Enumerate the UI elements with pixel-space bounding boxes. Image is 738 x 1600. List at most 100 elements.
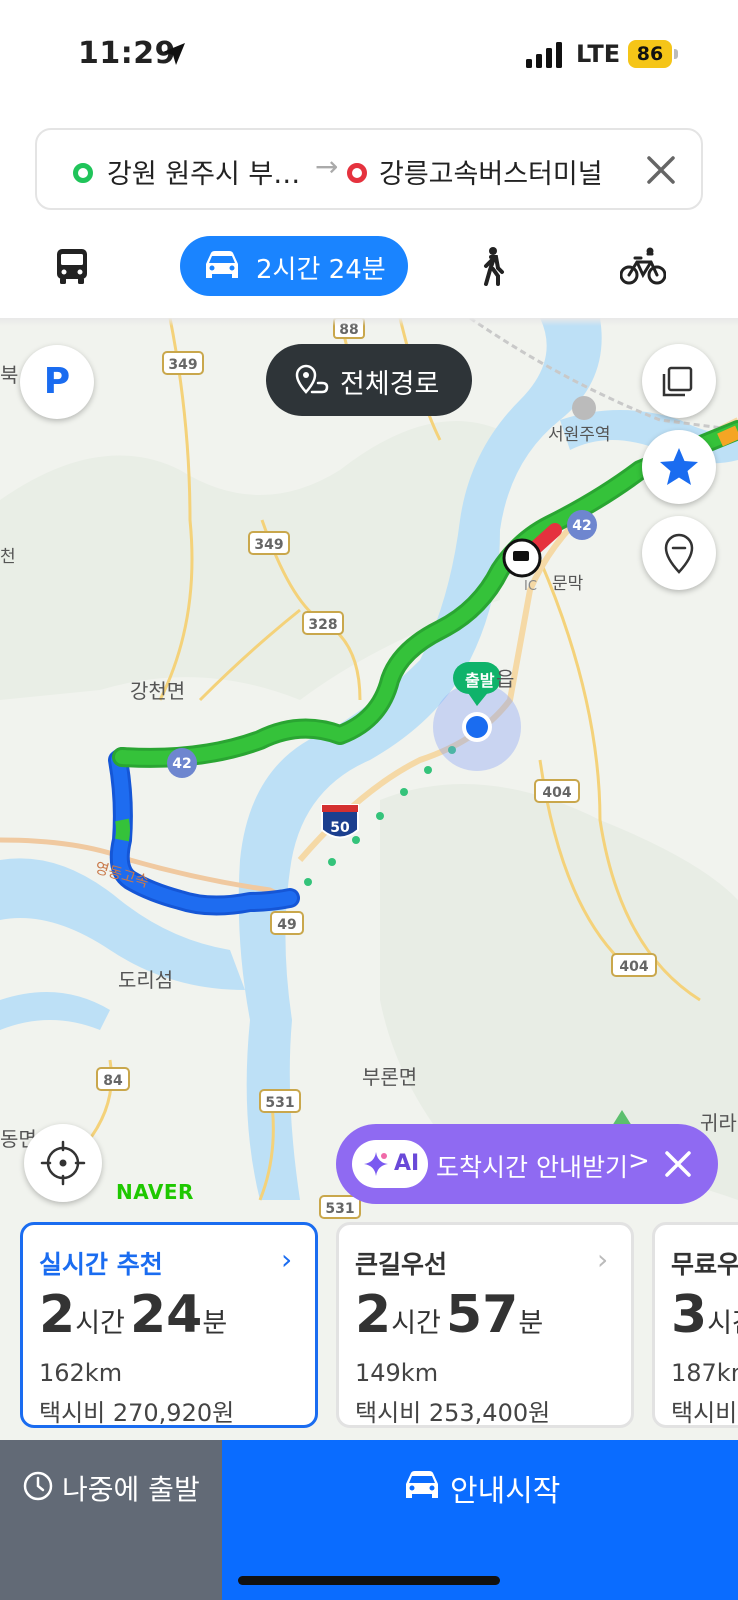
route-card-main-road[interactable]: 큰길우선 › 2시간 57분 149km 택시비 253,400원 xyxy=(336,1222,634,1428)
route-duration: 2시간 57분 xyxy=(355,1285,543,1345)
depart-later-label: 나중에 출발 xyxy=(62,1473,200,1506)
svg-text:북: 북 xyxy=(0,363,18,387)
svg-text:531: 531 xyxy=(325,1201,354,1217)
map-top-shadow xyxy=(0,318,738,326)
svg-text:531: 531 xyxy=(265,1095,294,1111)
walk-icon[interactable] xyxy=(472,246,512,286)
chevron-right-icon: > xyxy=(628,1146,650,1176)
svg-text:서원주역: 서원주역 xyxy=(548,425,611,445)
ai-sparkle-icon xyxy=(364,1152,388,1176)
close-icon[interactable] xyxy=(641,150,681,190)
current-location-button[interactable] xyxy=(24,1124,102,1202)
svg-text:출발: 출발 xyxy=(465,671,495,690)
chevron-right-icon: › xyxy=(597,1243,609,1276)
ai-badge-label: AI xyxy=(394,1151,420,1176)
minutes-value: 57 xyxy=(445,1285,519,1345)
layers-icon xyxy=(662,366,693,397)
status-bar: 11:29 LTE 86 xyxy=(0,0,738,110)
whole-route-button[interactable]: 전체경로 xyxy=(266,344,472,416)
crosshair-icon xyxy=(40,1140,86,1186)
clock-icon xyxy=(23,1471,53,1501)
star-icon xyxy=(660,448,698,485)
bus-icon[interactable] xyxy=(52,246,92,286)
svg-text:49: 49 xyxy=(277,917,296,933)
location-pin-icon xyxy=(664,533,694,574)
taxi-fare: 택시비 xyxy=(671,1399,738,1427)
start-navigation-label: 안내시작 xyxy=(450,1474,561,1509)
chevron-right-icon: › xyxy=(281,1243,293,1276)
route-pin-icon xyxy=(295,364,329,394)
ai-arrival-banner[interactable]: AI 도착시간 안내받기 > xyxy=(336,1124,718,1204)
network-label: LTE xyxy=(576,40,621,68)
route-card-free-road[interactable]: 무료우 3시간 187km 택시비 xyxy=(652,1222,738,1428)
parking-button[interactable]: P xyxy=(20,345,94,419)
route-duration: 3시간 xyxy=(671,1285,738,1345)
naver-logo: NAVER xyxy=(116,1180,194,1204)
svg-text:349: 349 xyxy=(254,537,283,553)
minutes-unit: 분 xyxy=(202,1308,228,1339)
svg-text:42: 42 xyxy=(172,756,191,772)
hours-unit: 시간 xyxy=(75,1308,125,1339)
route-options: 실시간 추천 › 2시간 24분 162km 택시비 270,920원 큰길우선… xyxy=(0,1222,738,1428)
route-search-box[interactable]: 강원 원주시 부… → 강릉고속버스터미널 xyxy=(35,128,703,210)
route-card-title: 실시간 추천 xyxy=(39,1250,163,1279)
whole-route-label: 전체경로 xyxy=(340,369,440,400)
hours-value: 2 xyxy=(355,1285,392,1345)
ai-banner-label: 도착시간 안내받기 xyxy=(436,1153,628,1182)
route-distance: 187km xyxy=(671,1359,738,1387)
layers-button[interactable] xyxy=(642,344,716,418)
taxi-fare: 택시비 270,920원 xyxy=(39,1399,235,1427)
svg-text:349: 349 xyxy=(168,357,197,373)
minutes-unit: 분 xyxy=(518,1308,544,1339)
route-card-title: 무료우 xyxy=(671,1250,738,1279)
svg-text:문막: 문막 xyxy=(552,574,584,594)
favorite-button[interactable] xyxy=(642,430,716,504)
taxi-fare: 택시비 253,400원 xyxy=(355,1399,551,1427)
route-card-recommended[interactable]: 실시간 추천 › 2시간 24분 162km 택시비 270,920원 xyxy=(20,1222,318,1428)
destination-field[interactable]: 강릉고속버스터미널 xyxy=(379,152,603,191)
minutes-value: 24 xyxy=(129,1285,203,1345)
route-arrow-icon: → xyxy=(315,150,339,183)
battery-icon: 86 xyxy=(628,40,678,68)
origin-field[interactable]: 강원 원주시 부… xyxy=(107,152,300,191)
origin-dot-icon xyxy=(73,163,93,183)
depart-later-button[interactable]: 나중에 출발 xyxy=(0,1440,222,1600)
destination-dot-icon xyxy=(347,163,367,183)
home-indicator[interactable] xyxy=(238,1576,500,1585)
svg-text:404: 404 xyxy=(619,959,648,975)
car-icon xyxy=(406,1471,438,1498)
bicycle-icon[interactable] xyxy=(620,246,666,286)
ai-badge: AI xyxy=(352,1140,428,1188)
hours-unit: 시간 xyxy=(707,1308,738,1339)
battery-tip xyxy=(674,49,678,59)
transport-mode-tabs: 2시간 24분 xyxy=(0,236,738,298)
route-distance: 162km xyxy=(39,1359,123,1387)
car-icon xyxy=(206,251,238,278)
route-card-title: 큰길우선 xyxy=(355,1250,448,1279)
svg-text:84: 84 xyxy=(103,1073,123,1089)
svg-text:천: 천 xyxy=(0,547,16,567)
battery-level: 86 xyxy=(628,40,672,68)
route-distance: 149km xyxy=(355,1359,439,1387)
svg-text:부론면: 부론면 xyxy=(362,1065,417,1089)
place-pin-button[interactable] xyxy=(642,516,716,590)
signal-bars-icon xyxy=(526,42,562,68)
hours-value: 3 xyxy=(671,1285,708,1345)
location-arrow-icon xyxy=(163,43,185,65)
screen: 11:29 LTE 86 강원 원주시 부… → 강릉고속버스터미널 2시간 2… xyxy=(0,0,738,1600)
svg-text:도리섬: 도리섬 xyxy=(118,968,173,992)
svg-text:50: 50 xyxy=(330,820,350,836)
svg-text:IC: IC xyxy=(524,579,537,594)
svg-text:귀라: 귀라 xyxy=(700,1111,737,1135)
route-duration: 2시간 24분 xyxy=(39,1285,227,1345)
svg-text:읍: 읍 xyxy=(496,667,514,691)
hours-unit: 시간 xyxy=(391,1308,441,1339)
hours-value: 2 xyxy=(39,1285,76,1345)
svg-text:강천면: 강천면 xyxy=(130,679,185,703)
svg-text:404: 404 xyxy=(542,785,571,801)
tab-car[interactable]: 2시간 24분 xyxy=(180,236,408,296)
car-duration-label: 2시간 24분 xyxy=(256,255,386,285)
svg-text:328: 328 xyxy=(308,617,337,633)
close-icon[interactable] xyxy=(658,1144,698,1184)
svg-text:42: 42 xyxy=(572,518,591,534)
